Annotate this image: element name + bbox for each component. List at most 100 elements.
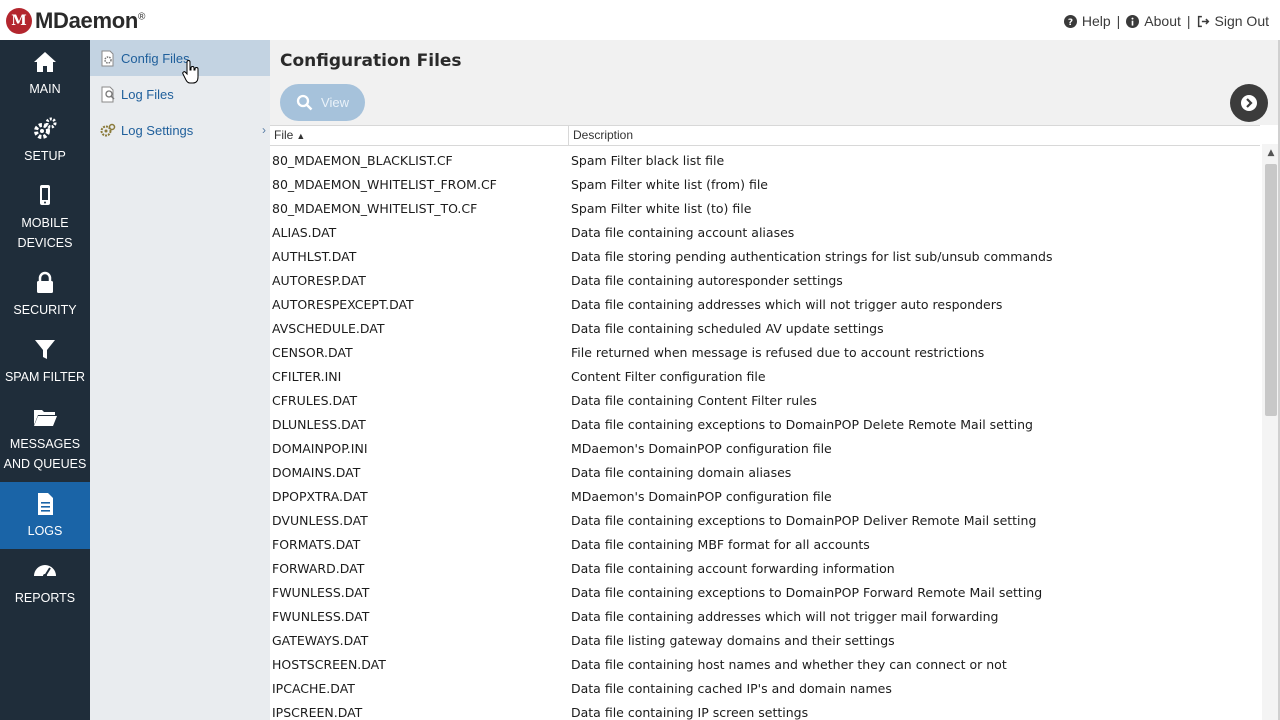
nav-setup-label: SETUP (24, 148, 66, 163)
nav-main[interactable]: MAIN (0, 40, 90, 107)
main-nav: MAIN SETUP MOBILE DEVICES SECURITY SPAM … (0, 40, 90, 720)
table-row[interactable]: IPCACHE.DAT Data file containing cached I… (270, 676, 1260, 700)
description-cell: Data file containing exceptions to Domai… (571, 584, 1043, 600)
table-row[interactable]: FWUNLESS.DAT Data file containing excepti… (270, 580, 1260, 604)
subnav-log-files-label: Log Files (121, 86, 174, 102)
file-cell: DVUNLESS.DAT (272, 512, 368, 528)
description-cell: Data file containing cached IP's and dom… (571, 680, 892, 696)
hand-cursor-icon (182, 60, 199, 84)
description-cell: Data file containing scheduled AV update… (571, 320, 884, 336)
file-cell: CFILTER.INI (272, 368, 342, 384)
description-cell: Data file containing exceptions to Domai… (571, 512, 1037, 528)
main-header: Configuration Files View (270, 40, 1280, 125)
folder-icon (34, 409, 57, 426)
table-row[interactable]: HOSTSCREEN.DAT Data file containing host … (270, 652, 1260, 676)
description-cell: Data file containing account aliases (571, 224, 795, 240)
next-button[interactable] (1230, 84, 1268, 122)
view-button[interactable]: View (280, 84, 365, 121)
subnav-config-files[interactable]: Config Files (90, 40, 270, 76)
description-cell: Data file containing Content Filter rule… (571, 392, 817, 408)
nav-security-label: SECURITY (13, 302, 77, 317)
description-cell: Spam Filter white list (to) file (571, 200, 752, 216)
help-link[interactable]: ? Help (1063, 13, 1111, 29)
table-row[interactable]: ALIAS.DAT Data file containing account al… (270, 220, 1260, 244)
search-icon (296, 94, 313, 111)
description-cell: Data file containing addresses which wil… (571, 608, 999, 624)
table-body: 80_MDAEMON_BLACKLIST.CF Spam Filter black… (270, 146, 1260, 720)
help-label: Help (1081, 13, 1111, 29)
table-row[interactable]: GATEWAYS.DAT Data file listing gateway do… (270, 628, 1260, 652)
table-row[interactable]: DOMAINPOP.INI MDaemon's DomainPOP configu… (270, 436, 1260, 460)
description-cell: Data file containing exceptions to Domai… (571, 416, 1033, 432)
mobile-icon (40, 184, 50, 205)
description-cell: Spam Filter white list (from) file (571, 176, 768, 192)
nav-main-label: MAIN (29, 81, 61, 96)
svg-text:?: ? (1068, 17, 1073, 27)
nav-reports[interactable]: REPORTS (0, 549, 90, 616)
file-cell: AUTORESP.DAT (272, 272, 366, 288)
description-cell: Content Filter configuration file (571, 368, 766, 384)
nav-reports-label: REPORTS (14, 590, 76, 605)
table-row[interactable]: IPSCREEN.DAT Data file containing IP scre… (270, 700, 1260, 720)
table-row[interactable]: AUTORESPEXCEPT.DAT Data file containing a… (270, 292, 1260, 316)
file-cell: CENSOR.DAT (272, 344, 353, 360)
nav-logs-label: LOGS (27, 523, 63, 538)
description-cell: Spam Filter black list file (571, 152, 725, 168)
description-cell: File returned when message is refused du… (571, 344, 985, 360)
table-row[interactable]: FWUNLESS.DAT Data file containing address… (270, 604, 1260, 628)
file-cell: AUTORESPEXCEPT.DAT (272, 296, 414, 312)
description-cell: Data file containing IP screen settings (571, 704, 809, 720)
nav-mobile-devices[interactable]: MOBILE DEVICES (0, 174, 90, 261)
column-header-file[interactable]: File ▲ (270, 126, 569, 145)
table-row[interactable]: AVSCHEDULE.DAT Data file containing sched… (270, 316, 1260, 340)
table-row[interactable]: CENSOR.DAT File returned when message is … (270, 340, 1260, 364)
table-row[interactable]: DPOPXTRA.DAT MDaemon's DomainPOP configur… (270, 484, 1260, 508)
table-row[interactable]: DOMAINS.DAT Data file containing domain a… (270, 460, 1260, 484)
nav-mobile-devices-label: MOBILE DEVICES (17, 215, 73, 250)
top-bar: M MDaemon® ? Help | About | Sign Out (0, 0, 1280, 40)
nav-logs[interactable]: LOGS (0, 482, 90, 549)
file-cell: DOMAINPOP.INI (272, 440, 368, 456)
table-row[interactable]: FORWARD.DAT Data file containing account … (270, 556, 1260, 580)
table-row[interactable]: AUTORESP.DAT Data file containing autores… (270, 268, 1260, 292)
chevron-right-icon: › (262, 123, 266, 137)
lock-icon (37, 271, 53, 293)
sort-ascending-icon: ▲ (296, 131, 306, 141)
table-row[interactable]: DLUNLESS.DAT Data file containing excepti… (270, 412, 1260, 436)
file-cell: HOSTSCREEN.DAT (272, 656, 386, 672)
nav-messages-queues[interactable]: MESSAGES AND QUEUES (0, 395, 90, 482)
nav-spam-filter[interactable]: SPAM FILTER (0, 328, 90, 395)
table-row[interactable]: CFILTER.INI Content Filter configuration … (270, 364, 1260, 388)
signout-label: Sign Out (1214, 13, 1269, 29)
subnav-log-files[interactable]: Log Files (90, 76, 270, 112)
table-row[interactable]: AUTHLST.DAT Data file storing pending aut… (270, 244, 1260, 268)
nav-setup[interactable]: SETUP (0, 107, 90, 174)
table-row[interactable]: DVUNLESS.DAT Data file containing excepti… (270, 508, 1260, 532)
file-cell: FWUNLESS.DAT (272, 608, 370, 624)
file-cell: 80_MDAEMON_WHITELIST_FROM.CF (272, 176, 497, 192)
scrollbar-thumb[interactable] (1265, 164, 1277, 416)
column-description-label: Description (573, 128, 634, 142)
table-row[interactable]: FORMATS.DAT Data file containing MBF form… (270, 532, 1260, 556)
nav-security[interactable]: SECURITY (0, 261, 90, 328)
about-link[interactable]: About (1126, 13, 1181, 29)
subnav-log-settings[interactable]: Log Settings › (90, 112, 270, 148)
table-row[interactable]: 80_MDAEMON_WHITELIST_TO.CF Spam Filter wh… (270, 196, 1260, 220)
about-label: About (1144, 13, 1181, 29)
table-row[interactable]: 80_MDAEMON_BLACKLIST.CF Spam Filter black… (270, 148, 1260, 172)
file-cell: GATEWAYS.DAT (272, 632, 369, 648)
file-cell: 80_MDAEMON_WHITELIST_TO.CF (272, 200, 478, 216)
signout-link[interactable]: Sign Out (1197, 13, 1269, 29)
dashboard-icon (34, 564, 56, 578)
file-cell: ALIAS.DAT (272, 224, 337, 240)
view-button-label: View (321, 95, 349, 110)
table-row[interactable]: 80_MDAEMON_WHITELIST_FROM.CF Spam Filter … (270, 172, 1260, 196)
mdaemon-logo[interactable]: M MDaemon® (6, 8, 145, 34)
column-file-label: File (274, 128, 294, 142)
logs-subnav: Config Files Log Files Log Settings › (90, 40, 270, 720)
column-header-description[interactable]: Description (569, 126, 1259, 145)
chevron-right-circle-icon (1241, 95, 1257, 111)
filter-icon (35, 339, 55, 359)
file-cell: 80_MDAEMON_BLACKLIST.CF (272, 152, 453, 168)
table-row[interactable]: CFRULES.DAT Data file containing Content … (270, 388, 1260, 412)
